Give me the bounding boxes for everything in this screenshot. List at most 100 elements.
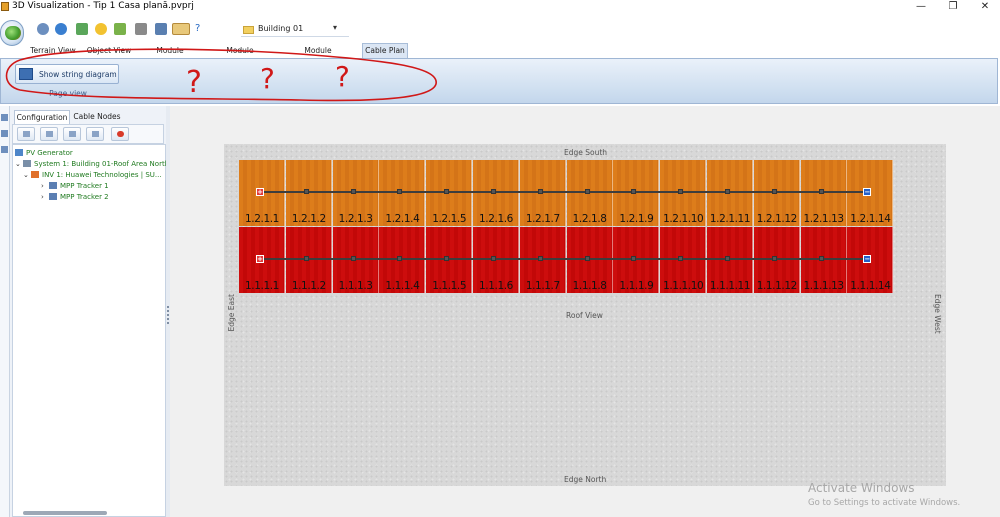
string-node-top-8[interactable] xyxy=(584,189,590,194)
pv-module-bottom-6[interactable]: 1.1.1.6 xyxy=(473,227,519,293)
pv-module-bottom-13[interactable]: 1.1.1.13 xyxy=(800,227,847,293)
maximize-button[interactable]: ❐ xyxy=(938,0,968,14)
tab-cable-plan[interactable]: Cable Plan xyxy=(362,43,408,58)
pv-module-top-8[interactable]: 1.2.1.8 xyxy=(566,160,613,226)
edge-west-label: Edge West xyxy=(933,294,942,334)
tools-icon[interactable] xyxy=(76,23,88,35)
string-node-top-13[interactable] xyxy=(818,189,824,194)
pv-module-top-13[interactable]: 1.2.1.13 xyxy=(800,160,847,226)
tab-terrain-view[interactable]: Terrain View xyxy=(28,44,78,58)
minus-terminal-icon[interactable]: − xyxy=(863,188,872,196)
string-node-bottom-9[interactable] xyxy=(631,256,637,261)
delete-icon[interactable] xyxy=(111,127,129,141)
pv-module-bottom-2[interactable]: 1.1.1.2 xyxy=(285,227,332,293)
pv-module-top-12[interactable]: 1.2.1.12 xyxy=(753,160,800,226)
tree-node-system[interactable]: ⌄ System 1: Building 01-Roof Area North xyxy=(15,160,169,168)
string-node-bottom-6[interactable] xyxy=(491,256,496,261)
string-node-bottom-13[interactable] xyxy=(818,256,824,261)
tree-node-pv-generator[interactable]: PV Generator xyxy=(15,149,73,157)
module-label: 1.1.1.8 xyxy=(572,280,607,292)
app-menu-button[interactable] xyxy=(0,20,24,46)
string-node-bottom-8[interactable] xyxy=(584,256,590,261)
string-node-bottom-2[interactable] xyxy=(303,256,309,261)
pv-module-top-9[interactable]: 1.2.1.9 xyxy=(613,160,660,226)
tab-module-coverage[interactable]: Module Coverage xyxy=(139,44,201,69)
connect-icon[interactable] xyxy=(17,127,35,141)
string-node-top-12[interactable] xyxy=(771,189,777,194)
pv-module-bottom-12[interactable]: 1.1.1.12 xyxy=(753,227,800,293)
string-node-top-10[interactable] xyxy=(678,189,684,194)
lock-icon[interactable] xyxy=(63,127,81,141)
pv-module-bottom-5[interactable]: 1.1.1.5 xyxy=(426,227,473,293)
disconnect-icon[interactable] xyxy=(40,127,58,141)
tree-label-inverter: INV 1: Huawei Technologies | SU... xyxy=(42,171,162,179)
route-icon[interactable] xyxy=(86,127,104,141)
string-node-top-5[interactable] xyxy=(444,189,450,194)
tree-node-mpp-tracker-1[interactable]: › MPP Tracker 1 xyxy=(41,182,109,190)
minimize-button[interactable]: — xyxy=(906,0,936,14)
tree-label-pv-generator: PV Generator xyxy=(26,149,73,157)
pv-module-top-2[interactable]: 1.2.1.2 xyxy=(285,160,332,226)
tab-object-view[interactable]: Object View xyxy=(85,44,133,58)
minus-terminal-icon[interactable]: − xyxy=(863,255,872,263)
pv-module-bottom-3[interactable]: 1.1.1.3 xyxy=(332,227,379,293)
arrow-left-icon[interactable] xyxy=(1,146,8,153)
pv-module-top-6[interactable]: 1.2.1.6 xyxy=(473,160,519,226)
tree-node-mpp-tracker-2[interactable]: › MPP Tracker 2 xyxy=(41,193,109,201)
string-node-bottom-5[interactable] xyxy=(444,256,450,261)
string-node-bottom-11[interactable] xyxy=(725,256,730,261)
pv-module-top-11[interactable]: 1.2.1.11 xyxy=(707,160,753,226)
string-node-top-3[interactable] xyxy=(350,189,356,194)
tab-cable-nodes[interactable]: Cable Nodes xyxy=(72,110,122,124)
pv-module-top-3[interactable]: 1.2.1.3 xyxy=(332,160,379,226)
string-node-bottom-3[interactable] xyxy=(350,256,356,261)
undo-icon[interactable] xyxy=(37,23,49,35)
string-node-top-6[interactable] xyxy=(491,189,496,194)
sun-icon[interactable] xyxy=(95,23,107,35)
pin-icon[interactable] xyxy=(135,23,147,35)
string-node-top-7[interactable] xyxy=(537,189,543,194)
tab-configuration[interactable]: Configuration xyxy=(14,110,70,124)
module-label: 1.2.1.12 xyxy=(756,213,798,225)
stack-icon[interactable] xyxy=(155,23,167,35)
string-node-top-9[interactable] xyxy=(631,189,637,194)
tab-module-configuration[interactable]: Module Configuration xyxy=(279,44,357,69)
string-node-top-11[interactable] xyxy=(725,189,730,194)
string-node-top-4[interactable] xyxy=(397,189,403,194)
pv-module-bottom-9[interactable]: 1.1.1.9 xyxy=(613,227,660,293)
chevron-right-icon[interactable]: › xyxy=(41,193,49,201)
building-icon[interactable] xyxy=(172,23,190,35)
string-node-top-2[interactable] xyxy=(303,189,309,194)
pv-module-bottom-11[interactable]: 1.1.1.11 xyxy=(707,227,753,293)
horizontal-scrollbar[interactable] xyxy=(23,511,107,515)
collapse-icon[interactable] xyxy=(1,114,8,121)
tree-node-inverter[interactable]: ⌄ INV 1: Huawei Technologies | SU... xyxy=(23,171,162,179)
pv-module-top-5[interactable]: 1.2.1.5 xyxy=(426,160,473,226)
help-icon[interactable]: ? xyxy=(195,23,207,35)
edge-south-label: Edge South xyxy=(564,148,608,157)
pv-module-bottom-10[interactable]: 1.1.1.10 xyxy=(660,227,707,293)
string-node-bottom-12[interactable] xyxy=(771,256,777,261)
expand-icon[interactable]: ⌄ xyxy=(23,171,31,179)
pv-module-top-10[interactable]: 1.2.1.10 xyxy=(660,160,707,226)
close-button[interactable]: ✕ xyxy=(970,0,1000,14)
map-icon[interactable] xyxy=(114,23,126,35)
building-dropdown[interactable]: Building 01 ▾ xyxy=(241,23,349,37)
info-icon[interactable] xyxy=(55,23,67,35)
plus-terminal-icon[interactable]: + xyxy=(256,188,264,196)
pv-module-bottom-7[interactable]: 1.1.1.7 xyxy=(519,227,566,293)
show-string-diagram-button[interactable]: Show string diagram xyxy=(15,64,119,84)
navigator-icon[interactable] xyxy=(1,130,8,137)
string-node-bottom-10[interactable] xyxy=(678,256,684,261)
chevron-right-icon[interactable]: › xyxy=(41,182,49,190)
pv-module-bottom-8[interactable]: 1.1.1.8 xyxy=(566,227,613,293)
expand-icon[interactable]: ⌄ xyxy=(15,160,23,168)
string-node-bottom-7[interactable] xyxy=(537,256,543,261)
pv-module-top-4[interactable]: 1.2.1.4 xyxy=(379,160,426,226)
tab-module-mounting[interactable]: Module Mounting xyxy=(208,44,272,69)
pv-generator-icon xyxy=(15,149,23,156)
string-node-bottom-4[interactable] xyxy=(397,256,403,261)
pv-module-top-7[interactable]: 1.2.1.7 xyxy=(519,160,566,226)
pv-module-bottom-4[interactable]: 1.1.1.4 xyxy=(379,227,426,293)
plus-terminal-icon[interactable]: + xyxy=(256,255,264,263)
